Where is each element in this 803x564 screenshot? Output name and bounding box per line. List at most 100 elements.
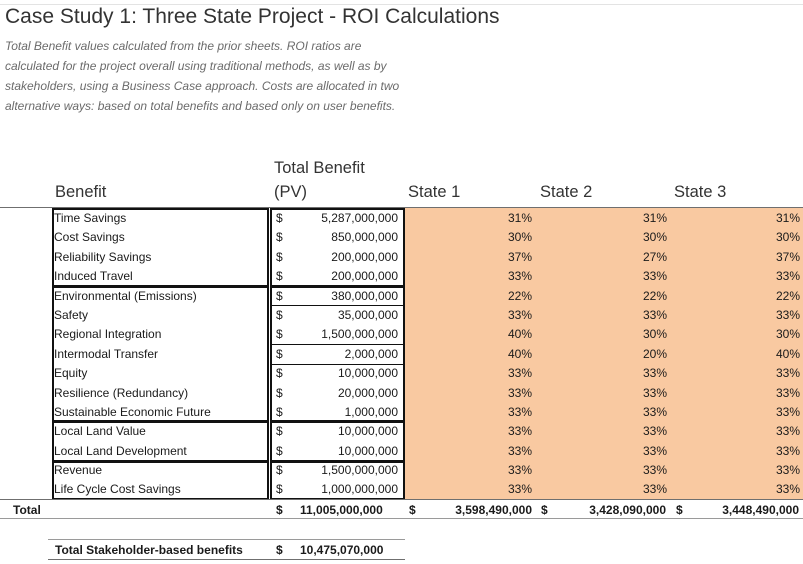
state-2-share-cell[interactable]: 33% [643,307,667,323]
dollar-sign-cell: $ [276,424,283,439]
state-1-share-cell[interactable]: 33% [508,404,532,420]
total-benefit-cell[interactable]: 1,500,000,000 [321,462,398,478]
total-benefit-cell[interactable]: 5,287,000,000 [321,210,398,226]
state-3-share-cell[interactable]: 31% [776,210,800,226]
state-2-share-cell[interactable]: 27% [643,249,667,265]
state-2-share-cell[interactable]: 30% [643,229,667,245]
total-benefit-cell[interactable]: 200,000,000 [331,268,398,284]
state-2-share-cell[interactable]: 33% [643,365,667,381]
benefit-name-cell[interactable]: Environmental (Emissions) [54,288,197,304]
benefit-name-cell[interactable]: Intermodal Transfer [54,346,158,362]
state-3-share-cell[interactable]: 33% [776,443,800,459]
total-state-1[interactable]: 3,598,490,000 [455,502,532,518]
total-benefit-cell[interactable]: 10,000,000 [338,423,398,439]
total-benefit-cell[interactable]: 20,000,000 [338,385,398,401]
total-bottom-border [0,518,803,519]
benefit-name-cell[interactable]: Cost Savings [54,229,125,245]
state-3-share-cell[interactable]: 30% [776,229,800,245]
state-3-share-cell[interactable]: 37% [776,249,800,265]
benefit-name-cell[interactable]: Sustainable Economic Future [54,404,211,420]
state-1-share-cell[interactable]: 33% [508,268,532,284]
state-3-share-cell[interactable]: 33% [776,404,800,420]
dollar-sign-cell: $ [276,249,283,264]
state-1-share-cell[interactable]: 30% [508,229,532,245]
benefit-name-cell[interactable]: Equity [54,365,87,381]
state-1-share-cell[interactable]: 33% [508,365,532,381]
state-2-share-cell[interactable]: 33% [643,462,667,478]
benefit-name-cell[interactable]: Resilience (Redundancy) [54,385,188,401]
state-2-share-cell[interactable]: 33% [643,423,667,439]
total-benefit-cell[interactable]: 10,000,000 [338,443,398,459]
state-1-share-cell[interactable]: 33% [508,462,532,478]
total-benefit-cell[interactable]: 2,000,000 [345,346,398,362]
total-amount[interactable]: 11,005,000,000 [300,502,383,518]
total-dollar: $ [276,503,283,517]
state-1-share-cell[interactable]: 40% [508,346,532,362]
stakeholder-label[interactable]: Total Stakeholder-based benefits [55,542,243,558]
total-benefit-cell[interactable]: 1,000,000 [345,404,398,420]
benefit-name-cell[interactable]: Time Savings [54,210,126,226]
state-1-share-cell[interactable]: 37% [508,249,532,265]
total-benefit-cell[interactable]: 1,000,000,000 [321,481,398,497]
description-note: Total Benefit values calculated from the… [5,39,400,113]
total-benefit-cell[interactable]: 10,000,000 [338,365,398,381]
state-1-share-cell[interactable]: 22% [508,288,532,304]
total-benefit-cell[interactable]: 35,000,000 [338,307,398,323]
state-2-share-cell[interactable]: 33% [643,268,667,284]
state-2-share-cell[interactable]: 20% [643,346,667,362]
dollar-sign-cell: $ [276,385,283,400]
state-2-share-cell[interactable]: 31% [643,210,667,226]
header-total-benefit[interactable]: Total Benefit [274,159,365,178]
benefit-name-cell[interactable]: Local Land Development [54,443,187,459]
stakeholder-amount[interactable]: 10,475,070,000 [300,542,383,558]
benefit-name-cell[interactable]: Life Cycle Cost Savings [54,481,181,497]
header-benefit[interactable]: Benefit [55,183,106,202]
state-3-share-cell[interactable]: 33% [776,423,800,439]
table-row: Local Land Value $10,000,000 33% 33% 33% [0,421,803,440]
state-2-share-cell[interactable]: 33% [643,385,667,401]
state-3-share-cell[interactable]: 22% [776,288,800,304]
state-1-share-cell[interactable]: 33% [508,307,532,323]
state-1-share-cell[interactable]: 33% [508,481,532,497]
stakeholder-dollar: $ [276,543,283,557]
benefit-name-cell[interactable]: Safety [54,307,88,323]
total-state-2[interactable]: 3,428,090,000 [589,502,666,518]
benefit-name-cell[interactable]: Local Land Value [54,423,146,439]
stakeholder-bottom-border [48,559,405,560]
state-3-share-cell[interactable]: 33% [776,307,800,323]
state-3-share-cell[interactable]: 33% [776,385,800,401]
state-1-share-cell[interactable]: 31% [508,210,532,226]
benefit-name-cell[interactable]: Induced Travel [54,268,133,284]
benefit-name-cell[interactable]: Revenue [54,462,102,478]
total-label[interactable]: Total [13,502,41,518]
state-2-share-cell[interactable]: 30% [643,326,667,342]
state-3-share-cell[interactable]: 33% [776,268,800,284]
state-1-share-cell[interactable]: 40% [508,326,532,342]
state-1-share-cell[interactable]: 33% [508,385,532,401]
state-2-share-cell[interactable]: 33% [643,404,667,420]
total-benefit-cell[interactable]: 850,000,000 [331,229,398,245]
state-3-share-cell[interactable]: 30% [776,326,800,342]
state-3-share-cell[interactable]: 33% [776,365,800,381]
state-2-share-cell[interactable]: 22% [643,288,667,304]
total-dollar: $ [541,503,548,517]
header-total-benefit-pv[interactable]: (PV) [274,183,307,202]
state-2-share-cell[interactable]: 33% [643,443,667,459]
header-state-2[interactable]: State 2 [540,183,592,202]
state-3-share-cell[interactable]: 40% [776,346,800,362]
total-state-3[interactable]: 3,448,490,000 [722,502,799,518]
total-benefit-cell[interactable]: 380,000,000 [331,288,398,304]
benefit-name-cell[interactable]: Regional Integration [54,326,161,342]
total-benefit-cell[interactable]: 1,500,000,000 [321,326,398,342]
total-benefit-cell[interactable]: 200,000,000 [331,249,398,265]
state-1-share-cell[interactable]: 33% [508,443,532,459]
dollar-sign-cell: $ [276,366,283,381]
total-dollar: $ [676,503,683,517]
state-2-share-cell[interactable]: 33% [643,481,667,497]
state-3-share-cell[interactable]: 33% [776,462,800,478]
state-1-share-cell[interactable]: 33% [508,423,532,439]
header-state-1[interactable]: State 1 [408,183,460,202]
state-3-share-cell[interactable]: 33% [776,481,800,497]
header-state-3[interactable]: State 3 [674,183,726,202]
benefit-name-cell[interactable]: Reliability Savings [54,249,151,265]
